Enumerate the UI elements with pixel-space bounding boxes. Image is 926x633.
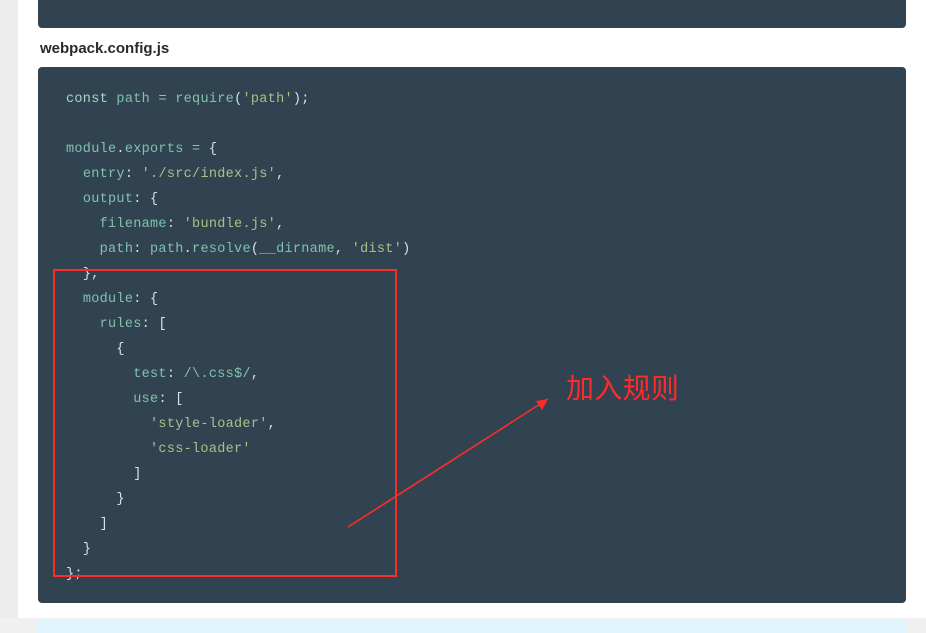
- code-line: filename: 'bundle.js',: [66, 217, 284, 232]
- code-line: 'css-loader': [66, 442, 251, 457]
- code-line: module.exports = {: [66, 142, 217, 157]
- code-line: }: [66, 542, 91, 557]
- code-line: ]: [66, 467, 142, 482]
- previous-block-tail: [38, 0, 906, 28]
- code-line: ]: [66, 517, 108, 532]
- next-block-head: [38, 619, 906, 633]
- code-line: use: [: [66, 392, 184, 407]
- code-line: },: [66, 267, 100, 282]
- code-line: 'style-loader',: [66, 417, 276, 432]
- code-line: rules: [: [66, 317, 167, 332]
- code-line: };: [66, 567, 83, 582]
- code-line: }: [66, 492, 125, 507]
- page-content: webpack.config.js const path = require('…: [18, 0, 926, 618]
- code-line: {: [66, 342, 125, 357]
- code-line: path: path.resolve(__dirname, 'dist'): [66, 242, 411, 257]
- left-gutter: [0, 0, 18, 618]
- code-line: output: {: [66, 192, 158, 207]
- code-line: entry: './src/index.js',: [66, 167, 284, 182]
- code-block: const path = require('path'); module.exp…: [38, 67, 906, 603]
- code-line: const path = require('path');: [66, 92, 310, 107]
- code-line: test: /\.css$/,: [66, 367, 259, 382]
- code-content: const path = require('path'); module.exp…: [66, 87, 878, 587]
- filename-heading: webpack.config.js: [40, 40, 926, 57]
- code-line: module: {: [66, 292, 158, 307]
